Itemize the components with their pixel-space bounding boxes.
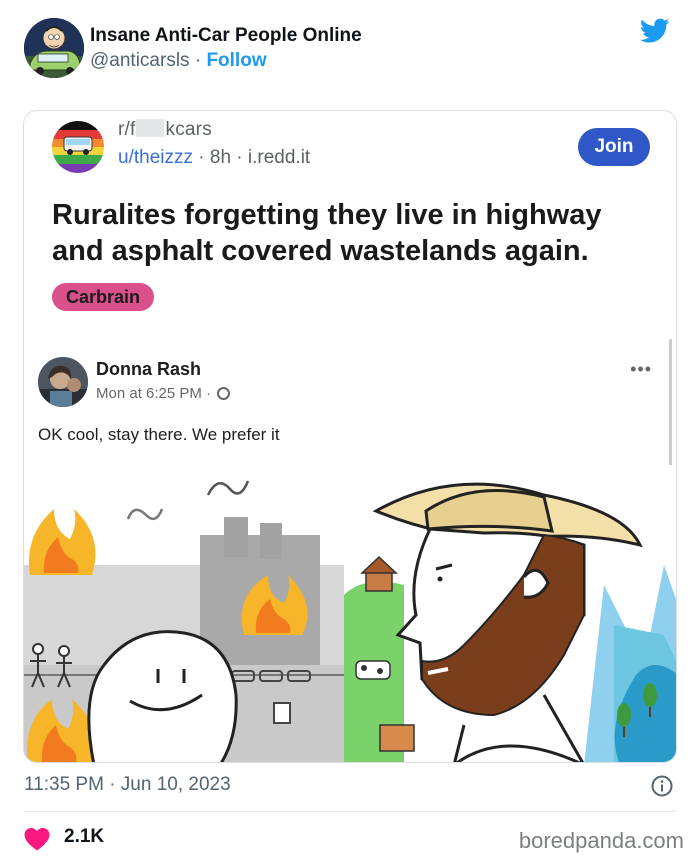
fb-author-avatar [38, 357, 88, 407]
meta-dot: · [198, 147, 210, 168]
subreddit-prefix: r/ [118, 119, 131, 140]
meme-comic-image [24, 465, 676, 762]
post-domain[interactable]: i.redd.it [248, 147, 310, 168]
subreddit-suffix: kcars [165, 119, 212, 140]
post-flair[interactable]: Carbrain [52, 283, 155, 311]
embedded-media-card[interactable]: r/f kcars u/theizzz · 8h · i.redd.it Join… [23, 110, 677, 763]
author-info: Insane Anti-Car People Online @anticarsl… [90, 24, 362, 74]
meta-dot: · [236, 147, 248, 168]
fb-time-text: Mon at 6:25 PM · [96, 385, 212, 402]
join-button[interactable]: Join [578, 128, 650, 166]
like-count: 2.1K [64, 826, 105, 847]
divider [24, 811, 676, 812]
follow-button[interactable]: Follow [206, 50, 266, 71]
cow [355, 660, 391, 680]
author-handle-line: @anticarsls · Follow [90, 48, 362, 74]
info-icon[interactable] [650, 774, 674, 798]
post-title[interactable]: Ruralites forgetting they live in highwa… [52, 197, 652, 269]
crate [379, 724, 415, 752]
handle-separator: · [189, 50, 207, 71]
fb-post-text: OK cool, stay there. We prefer it [38, 425, 280, 444]
subreddit-icon[interactable] [52, 121, 104, 173]
heart-icon[interactable] [24, 827, 50, 851]
author-avatar[interactable] [24, 18, 84, 78]
fb-author-name: Donna Rash [96, 359, 202, 379]
facebook-screenshot: Donna Rash Mon at 6:25 PM · ••• OK cool,… [24, 337, 676, 762]
source-watermark: boredpanda.com [518, 828, 684, 853]
barn [365, 570, 393, 592]
twitter-bird-icon[interactable] [640, 18, 670, 44]
post-age: 8h [209, 147, 232, 168]
more-options-icon: ••• [630, 359, 652, 379]
globe-icon [217, 387, 231, 400]
tweet-header: Insane Anti-Car People Online @anticarsl… [24, 18, 676, 80]
post-meta: u/theizzz · 8h · i.redd.it [118, 147, 310, 169]
post-username[interactable]: u/theizzz [118, 147, 193, 168]
redaction-block [135, 119, 164, 137]
author-handle[interactable]: @anticarsls [90, 50, 190, 71]
author-display-name[interactable]: Insane Anti-Car People Online [90, 24, 362, 48]
subreddit-name[interactable]: r/f kcars [118, 119, 212, 141]
fb-post-time: Mon at 6:25 PM · [96, 385, 231, 402]
tweet-timestamp[interactable]: 11:35 PM · Jun 10, 2023 [24, 774, 231, 796]
